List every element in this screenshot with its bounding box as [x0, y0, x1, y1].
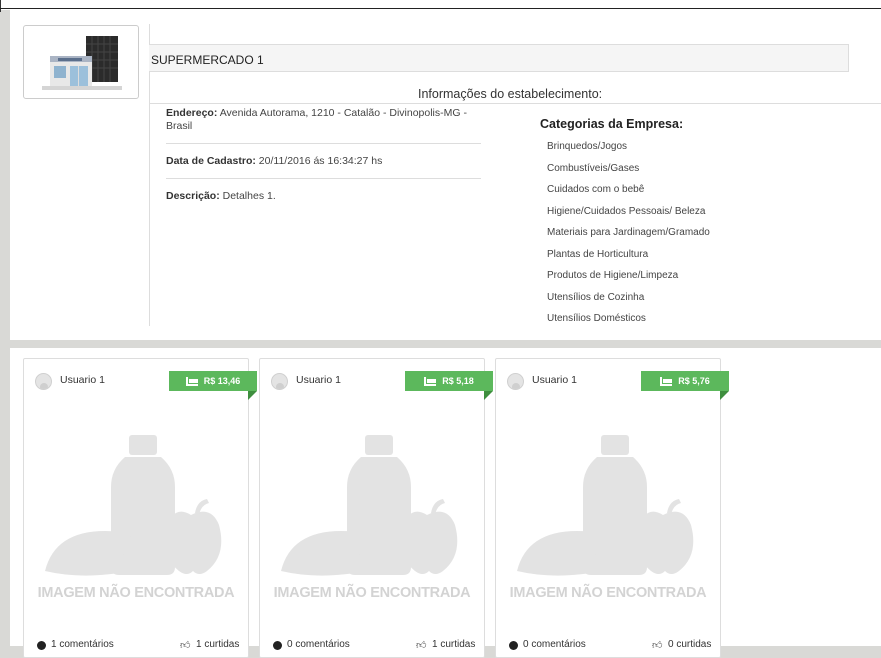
- card-footer: 0 comentários 👍︎ 0 curtidas: [496, 636, 720, 656]
- categories-title: Categorias da Empresa:: [540, 117, 684, 131]
- likes-count[interactable]: 1 curtidas: [432, 639, 475, 650]
- bed-icon: [424, 377, 437, 387]
- thumbs-up-icon[interactable]: 👍︎: [416, 639, 426, 651]
- category-item: Brinquedos/Jogos: [547, 141, 628, 152]
- date-field: Data de Cadastro: 20/11/2016 ás 16:34:27…: [166, 144, 482, 168]
- description-field: Descrição: Detalhes 1.: [166, 179, 482, 203]
- user-avatar-icon[interactable]: [35, 373, 52, 390]
- price-badge: R$ 13,46: [169, 371, 257, 391]
- price-badge: R$ 5,76: [641, 371, 729, 391]
- no-image-text: IMAGEM NÃO ENCONTRADA: [509, 585, 707, 601]
- category-item: Plantas de Horticultura: [547, 248, 649, 260]
- price-badge-fold: [248, 391, 257, 400]
- category-item: Higiene/Cuidados Pessoais/ Beleza: [547, 205, 706, 217]
- category-item: Materiais para Jardinagem/Gramado: [547, 227, 710, 238]
- likes-count[interactable]: 0 curtidas: [668, 639, 711, 650]
- date-label: Data de Cadastro:: [166, 155, 256, 167]
- top-divider: [0, 8, 881, 9]
- user-name[interactable]: Usuario 1: [60, 374, 105, 386]
- price-badge-fold: [484, 391, 493, 400]
- date-value: 20/11/2016 ás 16:34:27 hs: [258, 155, 383, 167]
- user-name[interactable]: Usuario 1: [532, 374, 577, 386]
- user-name[interactable]: Usuario 1: [296, 374, 341, 386]
- price-value: R$ 13,46: [203, 376, 241, 386]
- store-details: Endereço: Avenida Autorama, 1210 - Catal…: [166, 104, 482, 203]
- store-name-bar: SUPERMERCADO 1: [149, 44, 849, 72]
- category-item: Cuidados com o bebê: [547, 184, 645, 195]
- comments-count[interactable]: 0 comentários: [287, 639, 350, 650]
- categories-list: Brinquedos/Jogos Combustíveis/Gases Cuid…: [547, 136, 710, 330]
- bed-icon: [660, 377, 673, 387]
- info-title: Informações do estabelecimento:: [418, 87, 603, 101]
- no-image-text: IMAGEM NÃO ENCONTRADA: [273, 585, 471, 601]
- product-card[interactable]: Usuario 1 R$ 5,76 IMAGEM NÃO ENCONTRADA …: [495, 358, 729, 658]
- store-panel: SUPERMERCADO 1 Informações do estabeleci…: [10, 10, 881, 340]
- category-item: Produtos de Higiene/Limpeza: [547, 270, 679, 281]
- description-label: Descrição:: [166, 190, 220, 202]
- product-card[interactable]: Usuario 1 R$ 13,46 IMAGEM NÃO ENCONTRADA…: [23, 358, 257, 658]
- price-badge-fold: [720, 391, 729, 400]
- thumbs-up-icon[interactable]: 👍︎: [652, 639, 662, 651]
- product-card[interactable]: Usuario 1 R$ 5,18 IMAGEM NÃO ENCONTRADA …: [259, 358, 493, 658]
- bed-icon: [185, 377, 198, 387]
- user-avatar-icon[interactable]: [271, 373, 288, 390]
- card-footer: 1 comentários 👍︎ 1 curtidas: [24, 636, 248, 656]
- price-value: R$ 5,18: [442, 376, 474, 386]
- user-avatar-icon[interactable]: [507, 373, 524, 390]
- store-logo: [23, 25, 139, 99]
- category-item: Combustíveis/Gases: [547, 162, 640, 174]
- store-building-icon: [42, 36, 122, 90]
- thumbs-up-icon[interactable]: 👍︎: [180, 639, 190, 651]
- category-item: Utensílios de Cozinha: [547, 291, 645, 303]
- description-value: Detalhes 1.: [222, 190, 276, 202]
- address-label: Endereço:: [166, 107, 218, 119]
- card-footer: 0 comentários 👍︎ 1 curtidas: [260, 636, 484, 656]
- price-badge: R$ 5,18: [405, 371, 493, 391]
- category-item: Utensílios Domésticos: [547, 313, 646, 324]
- likes-count[interactable]: 1 curtidas: [196, 639, 239, 650]
- window-edge: [0, 0, 1, 12]
- price-value: R$ 5,76: [678, 376, 710, 386]
- store-name: SUPERMERCADO 1: [151, 53, 264, 67]
- no-image-text: IMAGEM NÃO ENCONTRADA: [37, 585, 235, 601]
- address-field: Endereço: Avenida Autorama, 1210 - Catal…: [166, 104, 482, 133]
- comments-count[interactable]: 1 comentários: [51, 639, 114, 650]
- comments-count[interactable]: 0 comentários: [523, 639, 586, 650]
